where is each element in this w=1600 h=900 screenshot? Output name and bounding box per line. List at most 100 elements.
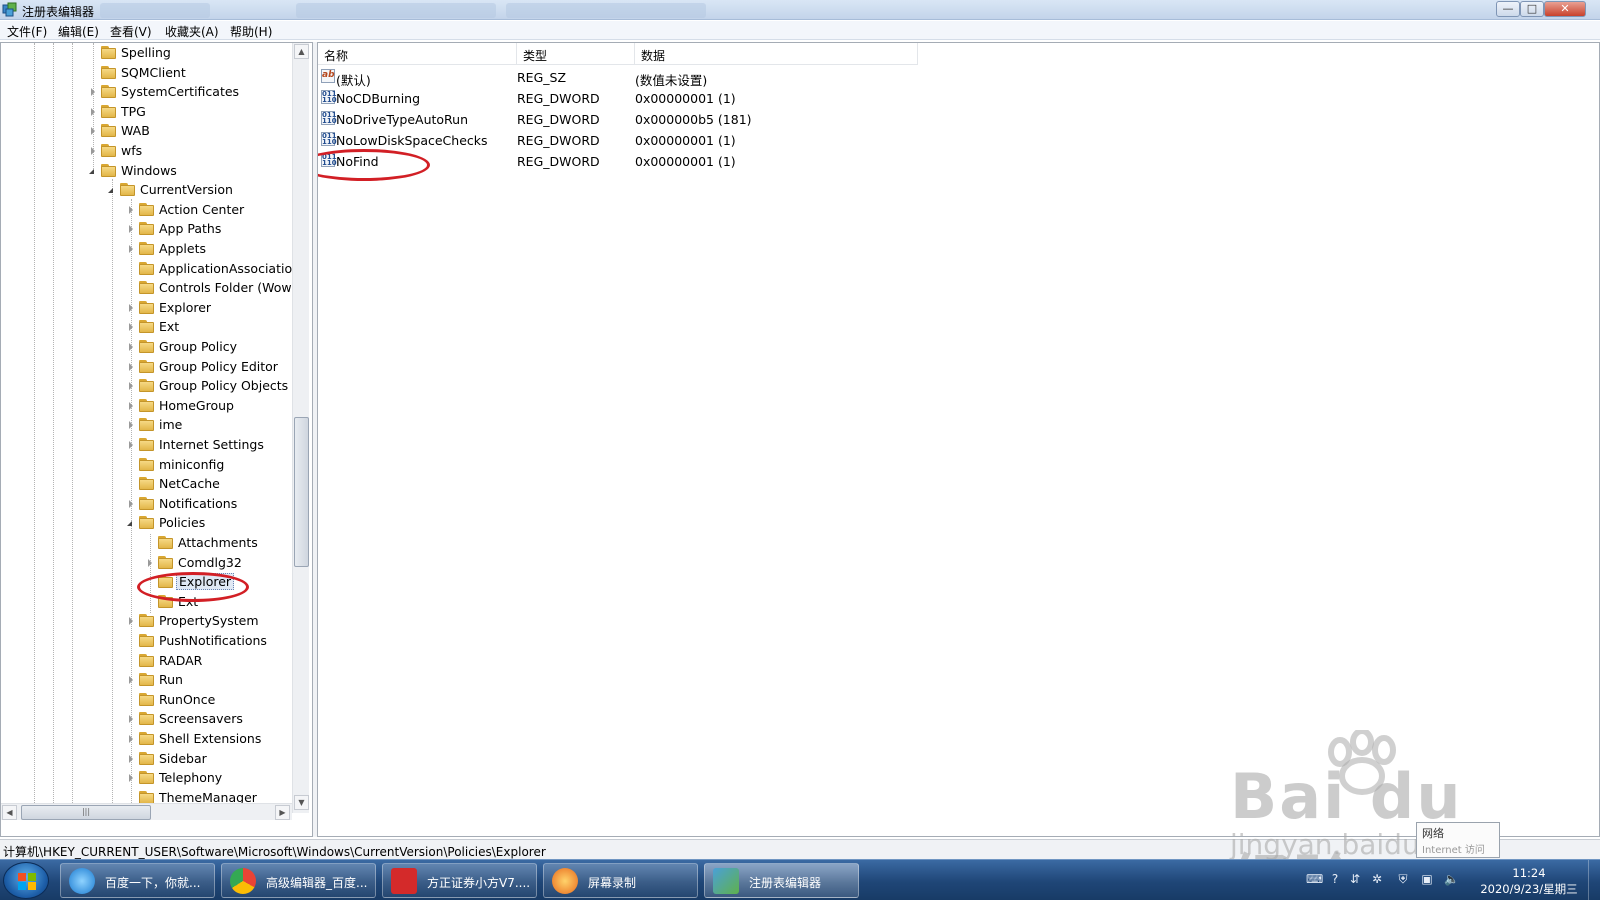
tree-node[interactable]: Group Policy Editor: [127, 357, 291, 377]
scroll-thumb[interactable]: [294, 417, 309, 567]
tree-node[interactable]: SQMClient: [89, 63, 291, 83]
tree-node[interactable]: Group Policy: [127, 337, 291, 357]
scroll-up-arrow[interactable]: ▲: [294, 44, 309, 59]
scroll-down-arrow[interactable]: ▼: [294, 795, 309, 810]
value-row[interactable]: 011 110 NoCDBurning REG_DWORD 0x00000001 (1…: [318, 88, 1599, 108]
expand-arrow-icon[interactable]: [91, 147, 95, 155]
tree-node[interactable]: Group Policy Objects: [127, 376, 291, 396]
column-header-name[interactable]: 名称: [318, 43, 517, 65]
expand-arrow-icon[interactable]: [129, 382, 133, 391]
tree-node[interactable]: Policies: [127, 513, 291, 533]
scroll-left-arrow[interactable]: ◀: [2, 805, 17, 820]
value-row[interactable]: 011 110 NoLowDiskSpaceChecks REG_DWORD 0x00…: [318, 130, 1599, 150]
tree-node[interactable]: Action Center: [127, 200, 291, 220]
help-icon[interactable]: ?: [1328, 872, 1342, 886]
volume-icon[interactable]: 🔈: [1444, 872, 1459, 886]
menu-edit[interactable]: 编辑(E): [58, 23, 99, 40]
tree-node[interactable]: Ext: [127, 317, 291, 337]
tree-horizontal-scrollbar[interactable]: ◀ ||| ▶: [1, 803, 292, 820]
shield-icon[interactable]: ⛨: [1396, 872, 1410, 886]
tree-node[interactable]: Comdlg32: [146, 553, 291, 573]
task-screen-recorder[interactable]: 屏幕录制: [543, 863, 698, 898]
expand-arrow-icon[interactable]: [91, 127, 95, 136]
tree-node[interactable]: Spelling: [89, 43, 291, 63]
expand-arrow-icon[interactable]: [148, 558, 152, 567]
expand-arrow-icon[interactable]: [129, 245, 133, 253]
tree-node[interactable]: Sidebar: [127, 749, 291, 769]
collapse-arrow-icon[interactable]: [108, 188, 113, 194]
tree-node[interactable]: SystemCertificates: [89, 82, 291, 102]
tree-node[interactable]: Attachments: [146, 533, 291, 553]
start-button[interactable]: [3, 862, 49, 899]
column-header-data[interactable]: 数据: [635, 43, 918, 65]
tree-node[interactable]: CurrentVersion: [108, 180, 291, 200]
expand-arrow-icon[interactable]: [129, 735, 133, 743]
menu-favorites[interactable]: 收藏夹(A): [165, 23, 219, 40]
expand-arrow-icon[interactable]: [129, 774, 133, 783]
expand-arrow-icon[interactable]: [129, 225, 133, 234]
tree-node[interactable]: wfs: [89, 141, 291, 161]
collapse-arrow-icon[interactable]: [127, 521, 132, 527]
expand-arrow-icon[interactable]: [91, 88, 95, 97]
tree-node[interactable]: Explorer: [127, 298, 291, 318]
tree-node[interactable]: Telephony: [127, 768, 291, 788]
keyboard-icon[interactable]: ⌨: [1306, 872, 1323, 886]
task-browser[interactable]: 高级编辑器_百度...: [221, 863, 376, 898]
expand-arrow-icon[interactable]: [129, 617, 133, 626]
tools-icon[interactable]: ✲: [1370, 872, 1384, 886]
tree-node[interactable]: NetCache: [127, 474, 291, 494]
tree-node[interactable]: Run: [127, 670, 291, 690]
expand-arrow-icon[interactable]: [91, 107, 95, 116]
minimize-button[interactable]: —: [1496, 1, 1520, 17]
network-icon[interactable]: ▣: [1420, 872, 1434, 886]
task-ie[interactable]: 百度一下，你就...: [60, 863, 215, 898]
tree-node[interactable]: miniconfig: [127, 455, 291, 475]
expand-arrow-icon[interactable]: [129, 401, 133, 410]
tree-node[interactable]: PropertySystem: [127, 611, 291, 631]
tree-node[interactable]: ime: [127, 415, 291, 435]
expand-arrow-icon[interactable]: [129, 754, 133, 763]
close-button[interactable]: ✕: [1544, 1, 1586, 17]
expand-arrow-icon[interactable]: [129, 205, 133, 214]
expand-arrow-icon[interactable]: [129, 303, 133, 312]
task-securities-app[interactable]: 方正证券小方V7....: [382, 863, 537, 898]
menu-file[interactable]: 文件(F): [7, 23, 47, 40]
tree-node[interactable]: Internet Settings: [127, 435, 291, 455]
value-row[interactable]: 011 110 NoDriveTypeAutoRun REG_DWORD 0x0000…: [318, 109, 1599, 129]
column-header-type[interactable]: 类型: [517, 43, 635, 65]
tree-node[interactable]: WAB: [89, 121, 291, 141]
tree-node[interactable]: App Paths: [127, 219, 291, 239]
task-regedit[interactable]: 注册表编辑器: [704, 863, 859, 898]
tree-node[interactable]: RADAR: [127, 651, 291, 671]
tree-node[interactable]: Notifications: [127, 494, 291, 514]
maximize-button[interactable]: □: [1520, 1, 1544, 17]
expand-arrow-icon[interactable]: [129, 362, 133, 371]
tree-node[interactable]: Shell Extensions: [127, 729, 291, 749]
registry-tree[interactable]: Spelling SQMClient SystemCertificates TPG WA…: [0, 42, 313, 837]
expand-arrow-icon[interactable]: [129, 421, 133, 430]
scroll-right-arrow[interactable]: ▶: [275, 805, 290, 820]
expand-arrow-icon[interactable]: [129, 499, 133, 508]
tree-node[interactable]: Windows: [89, 161, 291, 181]
collapse-arrow-icon[interactable]: [89, 168, 94, 174]
menu-view[interactable]: 查看(V): [110, 23, 152, 40]
tree-node[interactable]: Applets: [127, 239, 291, 259]
scroll-thumb-horizontal[interactable]: |||: [21, 805, 151, 820]
expand-arrow-icon[interactable]: [129, 715, 133, 724]
expand-arrow-icon[interactable]: [129, 343, 133, 351]
expand-arrow-icon[interactable]: [129, 441, 133, 449]
tree-node[interactable]: HomeGroup: [127, 396, 291, 416]
value-row[interactable]: 011 110 NoFind REG_DWORD 0x00000001 (1): [318, 151, 1599, 171]
show-desktop-button[interactable]: [1588, 860, 1600, 900]
values-list[interactable]: 名称 类型 数据 ab (默认) REG_SZ (数值未设置) 011 110 NoCDB…: [317, 42, 1600, 837]
clock[interactable]: 11:24 2020/9/23/星期三: [1474, 865, 1584, 897]
expand-arrow-icon[interactable]: [129, 323, 133, 332]
tree-node[interactable]: PushNotifications: [127, 631, 291, 651]
arrow-icon[interactable]: ⇵: [1348, 872, 1362, 886]
tree-node[interactable]: ApplicationAssociationT: [127, 259, 308, 279]
tree-node[interactable]: Screensavers: [127, 709, 291, 729]
menu-help[interactable]: 帮助(H): [230, 23, 272, 40]
tree-node[interactable]: TPG: [89, 102, 291, 122]
tree-node[interactable]: RunOnce: [127, 690, 291, 710]
tree-node[interactable]: Controls Folder (Wow6: [127, 278, 300, 298]
